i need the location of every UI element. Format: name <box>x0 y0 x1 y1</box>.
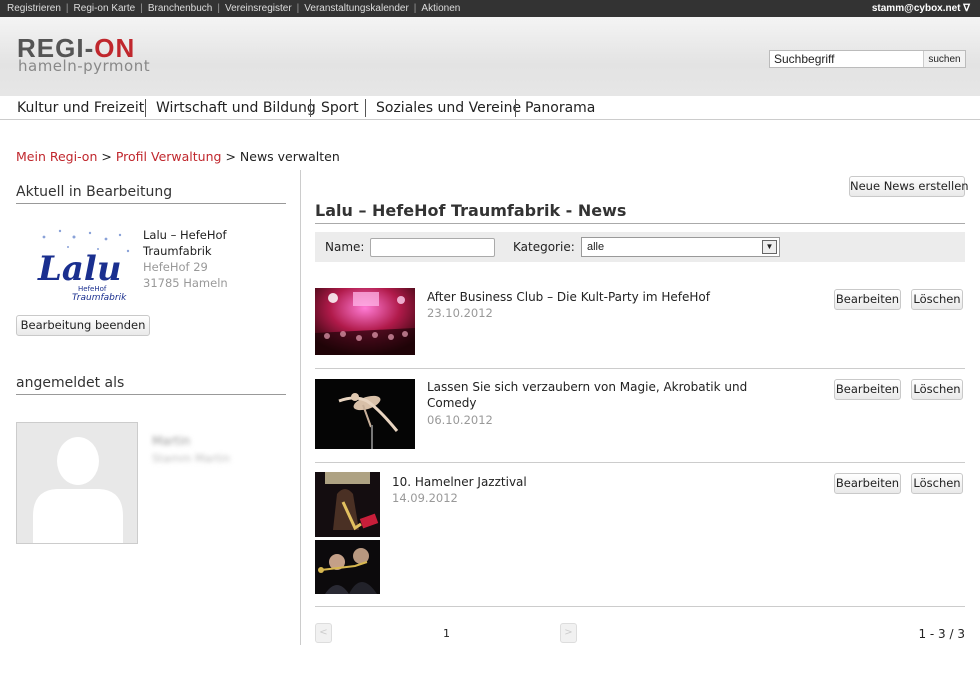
delete-button[interactable]: Löschen <box>911 379 963 400</box>
news-title[interactable]: Lassen Sie sich verzaubern von Magie, Ak… <box>427 379 747 411</box>
news-thumbnail <box>315 288 415 355</box>
nav-separator <box>310 99 311 117</box>
filter-bar: Name: Kategorie: alle ▼ <box>315 232 965 262</box>
header: REGI-ON hameln-pyrmont suchen <box>0 17 980 96</box>
pager-next-button[interactable]: > <box>560 623 577 643</box>
name-filter-input[interactable] <box>370 238 495 257</box>
top-link-vereinsregister[interactable]: Vereinsregister <box>225 3 292 14</box>
news-thumbnail <box>315 540 380 594</box>
nav-separator <box>515 99 516 117</box>
news-thumbnail <box>315 472 380 537</box>
nav-panorama[interactable]: Panorama <box>525 100 595 116</box>
breadcrumb-mein-regi-on[interactable]: Mein Regi-on <box>16 149 97 164</box>
breadcrumb-profil-verwaltung[interactable]: Profil Verwaltung <box>116 149 222 164</box>
pager-current-page[interactable]: 1 <box>443 627 450 640</box>
top-link-veranstaltungskalender[interactable]: Veranstaltungskalender <box>304 3 409 14</box>
nav-sport[interactable]: Sport <box>321 100 359 116</box>
delete-button[interactable]: Löschen <box>911 289 963 310</box>
news-thumbnail <box>315 379 415 449</box>
org-logo-subtext: Traumfabrik <box>72 293 127 303</box>
org-name-line1: Lalu – HefeHof <box>143 228 227 242</box>
edit-button[interactable]: Bearbeiten <box>834 289 901 310</box>
category-select-value: alle <box>587 241 605 253</box>
org-info: Lalu – HefeHof Traumfabrik HefeHof 29 31… <box>143 227 228 291</box>
nav-soziales[interactable]: Soziales und Vereine <box>376 100 521 116</box>
user-subtitle: Stamm Martin <box>152 452 231 465</box>
news-title-line: Comedy <box>427 396 477 410</box>
avatar <box>16 422 138 544</box>
org-logo-text: Lalu <box>37 249 122 289</box>
chevron-down-icon: ∇ <box>963 3 970 14</box>
end-editing-button[interactable]: Bearbeitung beenden <box>16 315 150 336</box>
logo-subtitle: hameln-pyrmont <box>18 57 151 75</box>
news-title-line: Lassen Sie sich verzaubern von Magie, Ak… <box>427 380 748 394</box>
nav-separator <box>365 99 366 117</box>
news-date: 14.09.2012 <box>392 491 458 505</box>
news-title[interactable]: After Business Club – Die Kult-Party im … <box>427 289 710 305</box>
name-filter-label: Name: <box>325 240 365 254</box>
user-name: Martin <box>152 434 191 448</box>
divider <box>16 203 286 204</box>
category-select[interactable]: alle ▼ <box>581 237 780 257</box>
nav-kultur[interactable]: Kultur und Freizeit <box>17 100 144 116</box>
pager-prev-button[interactable]: < <box>315 623 332 643</box>
org-logo: Lalu HefeHof Traumfabrik <box>14 225 136 303</box>
top-link-branchenbuch[interactable]: Branchenbuch <box>148 3 213 14</box>
news-date: 23.10.2012 <box>427 306 493 320</box>
top-link-aktionen[interactable]: Aktionen <box>421 3 460 14</box>
create-news-button[interactable]: Neue News erstellen <box>849 176 969 197</box>
edit-button[interactable]: Bearbeiten <box>834 379 901 400</box>
delete-button[interactable]: Löschen <box>911 473 963 494</box>
org-city: 31785 Hameln <box>143 276 228 290</box>
divider <box>16 394 286 395</box>
org-street: HefeHof 29 <box>143 260 208 274</box>
column-divider <box>300 170 301 645</box>
user-menu[interactable]: stamm@cybox.net ∇ <box>872 3 970 14</box>
editing-heading: Aktuell in Bearbeitung <box>16 184 173 200</box>
pager-count: 1 - 3 / 3 <box>918 627 965 641</box>
edit-button[interactable]: Bearbeiten <box>834 473 901 494</box>
news-date: 06.10.2012 <box>427 413 493 427</box>
top-link-karte[interactable]: Regi-on Karte <box>74 3 136 14</box>
org-name-line2: Traumfabrik <box>143 244 212 258</box>
divider <box>315 223 965 224</box>
nav-separator <box>145 99 146 117</box>
page-title: Lalu – HefeHof Traumfabrik - News <box>315 201 627 220</box>
top-link-registrieren[interactable]: Registrieren <box>7 3 61 14</box>
top-bar: Registrieren | Regi-on Karte | Branchenbuch |… <box>0 0 980 17</box>
search-button[interactable]: suchen <box>923 51 965 67</box>
chevron-down-icon: ▼ <box>762 240 777 254</box>
news-item: 10. Hamelner Jazztival 14.09.2012 Bearbe… <box>315 463 965 607</box>
logged-in-heading: angemeldet als <box>16 375 125 391</box>
main-nav: Kultur und Freizeit Wirtschaft und Bildu… <box>0 96 980 120</box>
news-item: After Business Club – Die Kult-Party im … <box>315 280 965 369</box>
site-logo[interactable]: REGI-ON hameln-pyrmont <box>17 35 179 79</box>
news-title[interactable]: 10. Hamelner Jazztival <box>392 474 527 490</box>
top-nav: Registrieren | Regi-on Karte | Branchenbuch |… <box>7 3 461 14</box>
search-box: suchen <box>769 50 966 68</box>
category-filter-label: Kategorie: <box>513 240 575 254</box>
breadcrumb-current: News verwalten <box>239 149 340 164</box>
user-email: stamm@cybox.net <box>871 3 961 14</box>
breadcrumb: Mein Regi-on > Profil Verwaltung > News … <box>16 149 340 164</box>
news-item: Lassen Sie sich verzaubern von Magie, Ak… <box>315 369 965 463</box>
org-logo-subtext: HefeHof <box>78 285 107 293</box>
search-input[interactable] <box>770 51 924 67</box>
nav-wirtschaft[interactable]: Wirtschaft und Bildung <box>156 100 316 116</box>
